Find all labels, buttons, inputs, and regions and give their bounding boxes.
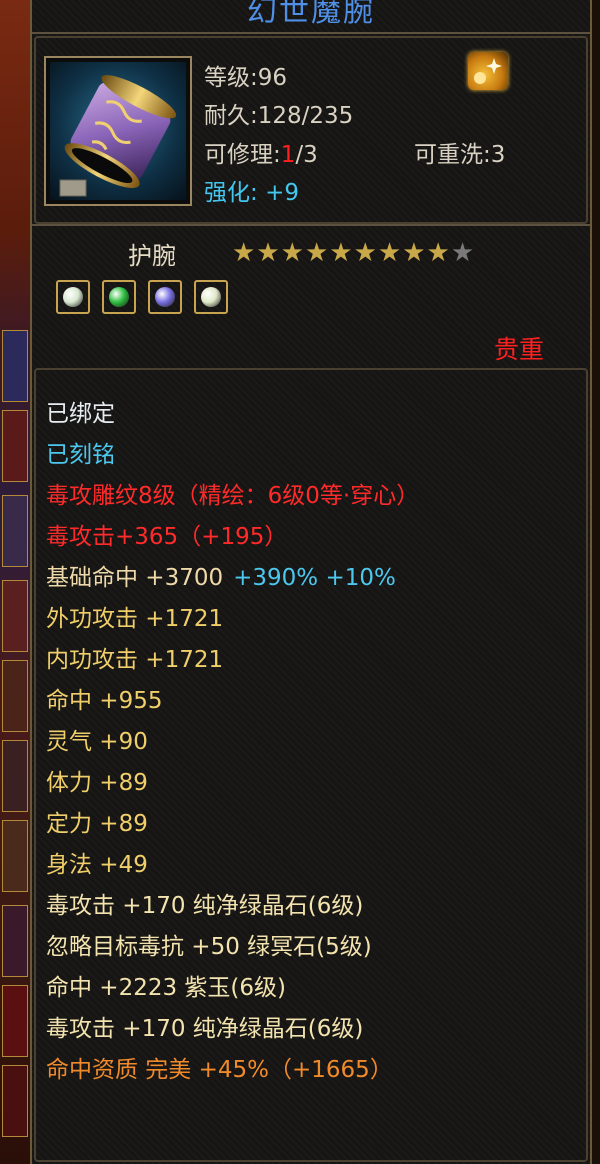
attribute-line: 体力 +89 — [46, 767, 419, 808]
star-filled-icon: ★ — [329, 238, 354, 268]
star-filled-icon: ★ — [280, 238, 305, 268]
rewash-text: 可重洗:3 — [414, 142, 506, 168]
item-icon[interactable] — [44, 56, 192, 206]
repair-text: 可修理:1/3 — [204, 135, 318, 169]
background-game-ui — [0, 0, 30, 1164]
gem-core — [109, 287, 129, 307]
attribute-line: 毒攻击+365（+195） — [46, 521, 419, 562]
attribute-line: 毒攻雕纹8级（精绘：6级0等·穿心） — [46, 480, 419, 521]
purple-gem-icon[interactable] — [148, 280, 182, 314]
attribute-text: 忽略目标毒抗 +50 绿冥石(5级) — [46, 934, 372, 960]
attribute-text: 毒攻击 +170 纯净绿晶石(6级) — [46, 1016, 364, 1042]
gem-core — [155, 287, 175, 307]
level-text: 等级:96 — [204, 65, 288, 91]
attribute-text: 已刻铭 — [46, 442, 115, 468]
repair-suffix: /3 — [295, 142, 318, 168]
attribute-text: 外功攻击 +1721 — [46, 606, 224, 632]
enhance-label: 强化: — [204, 180, 258, 206]
star-filled-icon: ★ — [426, 238, 451, 268]
rarity-label: 贵重 — [494, 335, 545, 364]
attribute-text: 体力 +89 — [46, 770, 148, 796]
attribute-line: 命中 +2223 紫玉(6级) — [46, 972, 419, 1013]
attribute-text: 毒攻击+365（+195） — [46, 524, 288, 550]
attribute-bonus: +390% +10% — [233, 565, 396, 591]
bracer-illustration — [59, 75, 177, 197]
attribute-text: 已绑定 — [46, 401, 115, 427]
attribute-line: 毒攻击 +170 纯净绿晶石(6级) — [46, 1013, 419, 1054]
attribute-text: 内功攻击 +1721 — [46, 647, 224, 673]
gem-core — [63, 287, 83, 307]
background-slot — [2, 495, 28, 567]
attribute-line: 命中资质 完美 +45%（+1665） — [46, 1054, 419, 1095]
star-filled-icon: ★ — [304, 238, 330, 268]
divider — [32, 224, 590, 226]
divider — [32, 32, 590, 34]
star-filled-icon: ★ — [353, 238, 378, 268]
attribute-line: 身法 +49 — [46, 849, 419, 890]
sparkle-icon[interactable] — [468, 52, 508, 90]
item-name: 幻世魔腕 — [247, 0, 375, 29]
enhance-value: +9 — [265, 180, 299, 206]
background-slot — [2, 740, 28, 812]
white-gem-icon[interactable] — [56, 280, 90, 314]
attribute-list: 已绑定已刻铭毒攻雕纹8级（精绘：6级0等·穿心） 毒攻击+365（+195） 基础命… — [46, 398, 419, 1095]
attribute-text: 定力 +89 — [46, 811, 148, 837]
green-gem-icon[interactable] — [102, 280, 136, 314]
star-filled-icon: ★ — [377, 238, 403, 268]
white-gem-icon[interactable] — [194, 280, 228, 314]
attribute-line: 毒攻击 +170 纯净绿晶石(6级) — [46, 890, 419, 931]
attribute-text: 命中资质 完美 +45%（+1665） — [46, 1057, 393, 1083]
star-rating: ★★★★★★★★★★ — [232, 238, 475, 268]
background-slot — [2, 1065, 28, 1137]
attribute-line: 内功攻击 +1721 — [46, 644, 419, 685]
wristguard-icon — [50, 62, 186, 200]
background-slot — [2, 580, 28, 652]
attribute-line: 命中 +955 — [46, 685, 419, 726]
attribute-line: 已绑定 — [46, 398, 419, 439]
background-slot — [2, 985, 28, 1057]
star-filled-icon: ★ — [402, 238, 427, 268]
repair-current: 1 — [280, 142, 296, 168]
attribute-text: 命中 +955 — [46, 688, 163, 714]
star-empty-icon: ★ — [450, 238, 476, 268]
background-slot — [2, 660, 28, 732]
background-slot — [2, 820, 28, 892]
star-filled-icon: ★ — [232, 238, 257, 268]
gem-core — [201, 287, 221, 307]
enhance-text: 强化: +9 — [204, 173, 299, 207]
attribute-text: 命中 +2223 紫玉(6级) — [46, 975, 287, 1001]
star-filled-icon: ★ — [256, 238, 281, 268]
attribute-line: 已刻铭 — [46, 439, 419, 480]
attribute-line: 忽略目标毒抗 +50 绿冥石(5级) — [46, 931, 419, 972]
attribute-line: 灵气 +90 — [46, 726, 419, 767]
durability-text: 耐久:128/235 — [204, 103, 354, 129]
background-slot — [2, 330, 28, 402]
item-tooltip: 幻世魔腕 等级:96 耐久:128/235 可修理:1/3 可重洗:3 强化: … — [30, 0, 592, 1164]
item-type: 护腕 — [128, 242, 176, 270]
attribute-line: 基础命中 +3700 +390% +10% — [46, 562, 419, 603]
attribute-text: 毒攻击 +170 纯净绿晶石(6级) — [46, 893, 364, 919]
attribute-line: 定力 +89 — [46, 808, 419, 849]
repair-prefix: 可修理: — [204, 142, 281, 168]
attribute-line: 外功攻击 +1721 — [46, 603, 419, 644]
attribute-text: 毒攻雕纹8级（精绘：6级0等·穿心） — [46, 483, 420, 509]
attribute-text: 身法 +49 — [46, 852, 148, 878]
attribute-text: 基础命中 +3700 — [46, 565, 224, 591]
background-slot — [2, 905, 28, 977]
background-slot — [2, 410, 28, 482]
attribute-text: 灵气 +90 — [46, 729, 148, 755]
